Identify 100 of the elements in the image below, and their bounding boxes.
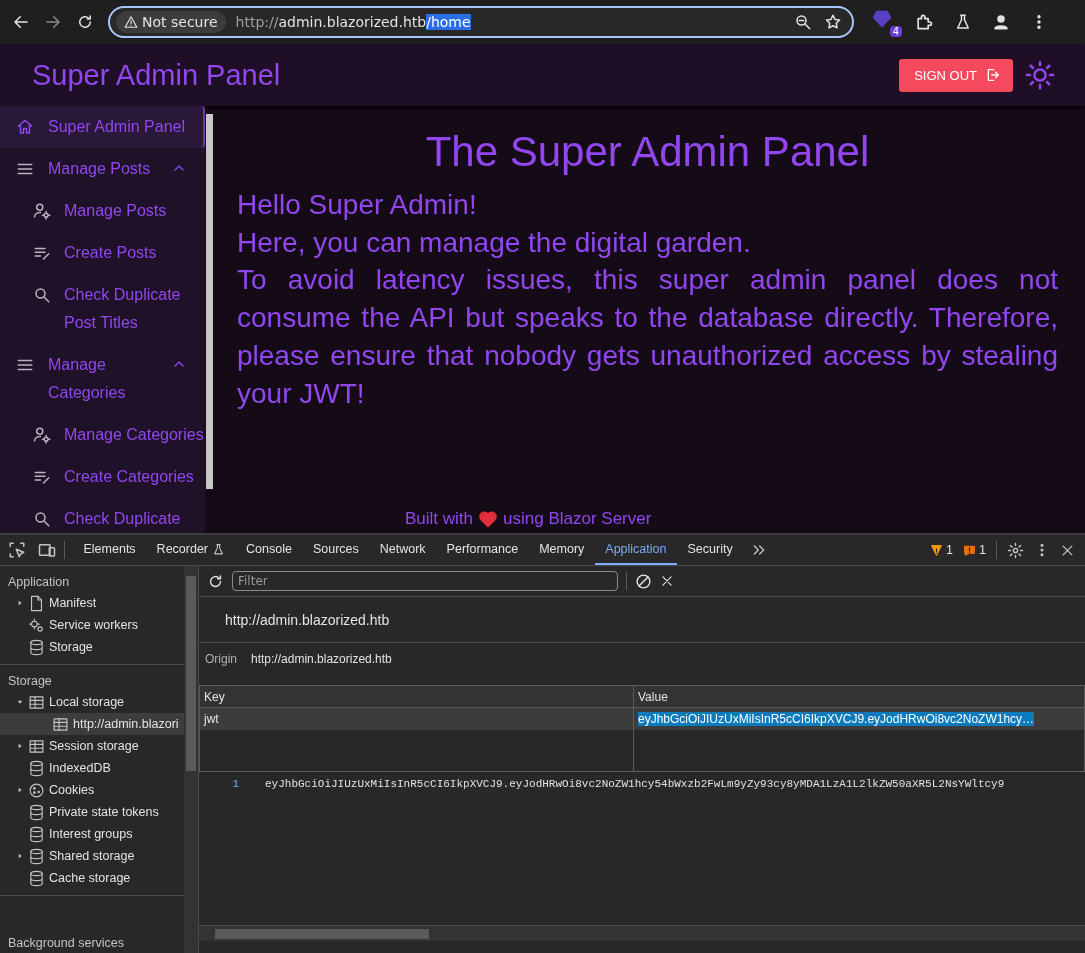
reload-icon[interactable] <box>76 13 94 31</box>
tree-item[interactable]: Service workers <box>0 614 184 636</box>
panel-tab[interactable]: Network <box>369 535 437 565</box>
tree-item[interactable]: Storage <box>0 636 184 658</box>
nav-item[interactable]: Create Posts <box>0 232 205 274</box>
extension-badge: 4 <box>889 26 902 37</box>
tree-item[interactable]: Cache storage <box>0 867 184 889</box>
tree-item[interactable]: Interest groups <box>0 823 184 845</box>
column-header: Value <box>633 685 1085 708</box>
clear-icon[interactable] <box>635 572 652 590</box>
collapsed-arrow-icon <box>16 786 24 794</box>
issue-icon <box>963 543 977 557</box>
app-title: Super Admin Panel <box>32 58 282 92</box>
sign-out-button[interactable]: SIGN OUT <box>899 58 1013 92</box>
footer-text: Built with <box>405 509 474 529</box>
nav-item[interactable]: Manage Posts <box>0 148 205 190</box>
extension-button[interactable]: 4 <box>872 7 902 37</box>
paragraph: Hello Super Admin! <box>237 188 478 222</box>
panel-tab[interactable]: Performance <box>436 535 529 565</box>
tree-item[interactable]: http://admin.blazori <box>0 713 184 735</box>
database-icon <box>28 638 45 656</box>
tree-item[interactable]: Cookies <box>0 779 184 801</box>
nav-item[interactable]: Manage Categories <box>0 414 205 456</box>
zoom-icon <box>794 13 812 31</box>
back-icon[interactable] <box>12 13 30 31</box>
collapsed-arrow-icon <box>16 852 24 860</box>
origin-title: http://admin.blazorized.htb <box>225 612 390 628</box>
column-header: Key <box>199 685 634 708</box>
panel-tab[interactable]: Sources <box>302 535 370 565</box>
profile-icon[interactable] <box>992 13 1010 31</box>
line-number: 1 <box>231 778 240 792</box>
section-title: Application <box>7 574 71 591</box>
search-icon <box>33 286 51 304</box>
inspect-icon[interactable] <box>8 541 26 559</box>
puzzle-icon[interactable] <box>914 12 934 32</box>
flask-icon <box>212 542 226 556</box>
collapsed-arrow-icon <box>16 742 24 750</box>
home-icon <box>16 118 34 136</box>
scrollbar[interactable] <box>184 566 199 953</box>
file-icon <box>28 594 45 612</box>
tree-item[interactable]: Private state tokens <box>0 801 184 823</box>
section-title: Storage <box>7 673 53 690</box>
table-cell[interactable]: jwt <box>199 707 634 730</box>
scrollbar[interactable] <box>206 114 213 489</box>
database-icon <box>28 847 45 865</box>
theme-toggle-icon[interactable] <box>1025 60 1055 90</box>
tree-item[interactable]: IndexedDB <box>0 757 184 779</box>
nav-item[interactable]: Manage Categories <box>0 344 205 414</box>
tree-item[interactable]: Manifest <box>0 592 184 614</box>
tree-item[interactable]: Shared storage <box>0 845 184 867</box>
sign-out-icon <box>985 67 1001 83</box>
collapsed-arrow-icon <box>16 599 24 607</box>
tree-item[interactable]: Local storage <box>0 691 184 713</box>
nav-item[interactable]: Create Categories <box>0 456 205 498</box>
user-gear-icon <box>33 426 51 444</box>
expanded-arrow-icon <box>16 698 24 706</box>
warning-icon <box>930 543 944 557</box>
panel-tab[interactable]: Console <box>235 535 303 565</box>
nav-item[interactable]: Check Duplicate Post Titles <box>0 274 205 344</box>
device-icon[interactable] <box>38 541 56 559</box>
panel-tab[interactable]: Recorder <box>146 535 236 565</box>
paragraph: Here, you can manage the digital garden. <box>237 225 752 260</box>
star-icon <box>824 13 842 31</box>
scrollbar[interactable] <box>199 925 1085 941</box>
flask-icon[interactable] <box>954 13 972 31</box>
security-label: Not secure <box>142 14 218 30</box>
warning-icon <box>124 15 138 29</box>
panel-tab[interactable]: Application <box>594 535 677 565</box>
database-icon <box>28 759 45 777</box>
origin-label: Origin <box>205 652 237 666</box>
panel-tab[interactable]: Security <box>677 535 744 565</box>
heart-icon <box>478 509 499 529</box>
table-icon <box>28 737 45 755</box>
table-icon <box>52 715 69 733</box>
gem-icon <box>872 9 892 29</box>
cookie-icon <box>28 781 45 799</box>
page-heading: The Super Admin Panel <box>424 128 871 176</box>
settings-icon[interactable] <box>1007 541 1024 559</box>
nav-item[interactable]: Check Duplicate <box>0 498 205 533</box>
forward-icon[interactable] <box>44 13 62 31</box>
refresh-icon[interactable] <box>207 572 224 590</box>
panel-tab[interactable]: Memory <box>528 535 595 565</box>
database-icon <box>28 825 45 843</box>
search-icon <box>33 510 51 528</box>
database-icon <box>28 803 45 821</box>
panel-tab[interactable]: Elements <box>73 535 147 565</box>
value-preview: eyJhbGciOiJIUzUxMiIsInR5cCI6IkpXVCJ9.eyJodHRwOi8vc2NoZW1hcy54bWxzb2FwLm9yZy93cy8yMDA1LzA1L2lkZW50aXR5L2NsYWltcy9 <box>265 778 1005 792</box>
footer-text: using Blazor Server <box>503 509 652 529</box>
gears-icon <box>28 616 45 634</box>
filter-field[interactable]: Filter <box>232 571 618 591</box>
table-icon <box>28 693 45 711</box>
section-title: Background services <box>7 935 126 952</box>
table-cell[interactable]: eyJhbGciOiJIUzUxMiIsInR5cCI6IkpXVCJ9.eyJodHRwOi8vc2NoZW1hcy… <box>638 712 1035 726</box>
nav-item[interactable]: Manage Posts <box>0 190 205 232</box>
delete-icon[interactable] <box>660 574 674 588</box>
tree-item[interactable]: Session storage <box>0 735 184 757</box>
user-gear-icon <box>33 202 51 220</box>
warning-count: 1 <box>946 543 954 557</box>
issue-count: 1 <box>979 543 986 557</box>
origin-value: http://admin.blazorized.htb <box>251 652 392 666</box>
